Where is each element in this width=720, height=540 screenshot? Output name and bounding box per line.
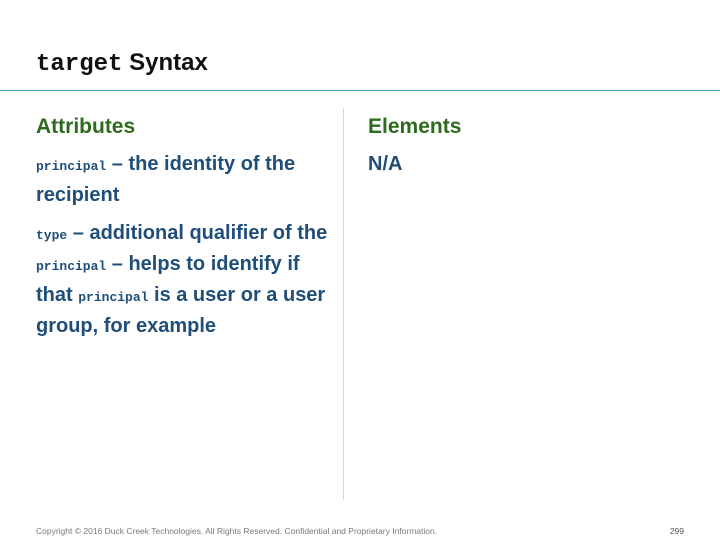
attribute-type-code-2: principal [36,259,107,274]
attribute-type-code-3: principal [78,290,149,305]
page-number: 299 [669,526,684,536]
column-divider [343,108,344,500]
copyright-footer: Copyright © 2016 Duck Creek Technologies… [36,526,438,536]
title-underline [0,90,720,91]
attribute-type-text-1: – additional qualifier of the [72,222,328,244]
elements-column: Elements N/A [368,112,688,188]
title-text: Syntax [129,49,208,76]
attributes-column: Attributes principal – the identity of t… [36,112,336,350]
elements-heading: Elements [368,115,462,138]
attribute-principal-code: principal [36,159,107,174]
attribute-principal: principal – the identity of the recipien… [36,150,336,210]
slide-title: target Syntax [36,47,208,81]
attributes-heading: Attributes [36,115,136,138]
attribute-type-code: type [36,228,68,243]
elements-value: N/A [368,153,403,175]
title-code: target [36,51,123,78]
attribute-type: type – additional qualifier of the princ… [36,219,336,341]
